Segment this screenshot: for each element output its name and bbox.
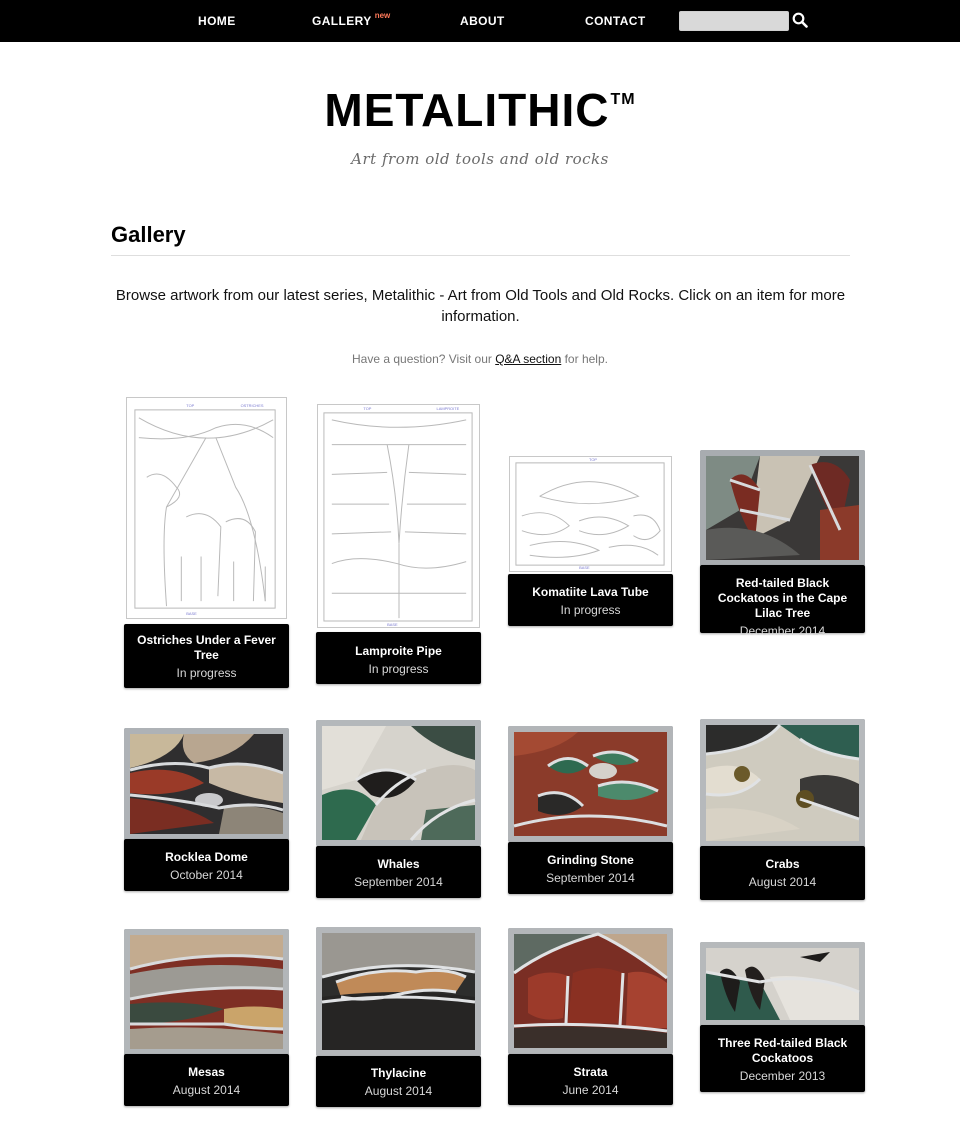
site-title-text: METALITHIC bbox=[324, 84, 610, 136]
artwork-title: Red-tailed Black Cockatoos in the Cape L… bbox=[717, 576, 848, 620]
artwork-photo bbox=[508, 726, 673, 842]
artwork-status: August 2014 bbox=[364, 1084, 433, 1098]
artwork-title: Thylacine bbox=[370, 1066, 427, 1080]
question-text: Have a question? Visit our Q&A section f… bbox=[0, 352, 960, 366]
svg-text:TOP: TOP bbox=[363, 406, 371, 411]
artwork-caption: Ostriches Under a Fever Tree In progress bbox=[124, 624, 289, 688]
artwork-status: August 2014 bbox=[748, 875, 817, 889]
question-suffix: for help. bbox=[561, 352, 608, 366]
artwork-title: Lamproite Pipe bbox=[355, 644, 442, 658]
nav-gallery-link[interactable]: GALLERY new bbox=[312, 11, 390, 28]
artwork-caption: Komatiite Lava Tube In progress bbox=[508, 574, 673, 626]
artwork-status: September 2014 bbox=[354, 875, 443, 889]
search-button[interactable] bbox=[791, 12, 809, 30]
artwork-photo bbox=[700, 450, 865, 566]
artwork-status: In progress bbox=[368, 662, 429, 676]
artwork-status: December 2013 bbox=[739, 1069, 826, 1083]
nav-home-link[interactable]: HOME bbox=[198, 14, 236, 28]
artwork-status: In progress bbox=[560, 603, 621, 617]
intro-text: Browse artwork from our latest series, M… bbox=[115, 287, 846, 325]
nav-gallery-label: GALLERY bbox=[312, 14, 372, 28]
site-title[interactable]: METALITHICTM bbox=[0, 84, 960, 148]
svg-text:BASE: BASE bbox=[186, 611, 197, 616]
artwork-sketch: TOP LAMPROITE BASE bbox=[317, 404, 480, 628]
artwork-title: Komatiite Lava Tube bbox=[532, 585, 649, 599]
artwork-caption: Mesas August 2014 bbox=[124, 1054, 289, 1106]
artwork-caption: Rocklea Dome October 2014 bbox=[124, 839, 289, 891]
artwork-caption: Crabs August 2014 bbox=[700, 846, 865, 900]
site-tagline: Art from old tools and old rocks bbox=[351, 150, 609, 168]
search-icon bbox=[792, 12, 808, 28]
svg-text:BASE: BASE bbox=[579, 565, 590, 570]
artwork-photo bbox=[316, 927, 481, 1056]
svg-text:TOP: TOP bbox=[589, 457, 597, 462]
heading-divider bbox=[111, 255, 850, 256]
artwork-title: Rocklea Dome bbox=[165, 850, 248, 864]
trademark-mark: TM bbox=[610, 91, 636, 108]
artwork-photo bbox=[700, 942, 865, 1026]
artwork-title: Strata bbox=[573, 1065, 608, 1079]
artwork-title: Grinding Stone bbox=[547, 853, 634, 867]
question-prefix: Have a question? Visit our bbox=[352, 352, 496, 366]
artwork-title: Three Red-tailed Black Cockatoos bbox=[717, 1036, 848, 1065]
artwork-status: In progress bbox=[176, 666, 237, 680]
qa-section-link[interactable]: Q&A section bbox=[495, 352, 561, 366]
artwork-status: October 2014 bbox=[170, 868, 243, 882]
nav-contact-link[interactable]: CONTACT bbox=[585, 14, 646, 28]
svg-text:TOP: TOP bbox=[186, 403, 194, 408]
artwork-photo bbox=[316, 720, 481, 846]
artwork-photo bbox=[124, 728, 289, 840]
artwork-caption: Strata June 2014 bbox=[508, 1054, 673, 1105]
artwork-caption: Grinding Stone September 2014 bbox=[508, 842, 673, 894]
page-title: Gallery bbox=[111, 222, 186, 247]
svg-text:LAMPROITE: LAMPROITE bbox=[437, 406, 460, 411]
artwork-status: August 2014 bbox=[172, 1083, 241, 1097]
artwork-caption: Thylacine August 2014 bbox=[316, 1056, 481, 1107]
artwork-sketch: TOP OSTRICHES BASE bbox=[126, 397, 287, 619]
artwork-title: Mesas bbox=[188, 1065, 225, 1079]
artwork-title: Whales bbox=[377, 857, 420, 871]
artwork-caption: Three Red-tailed Black Cockatoos Decembe… bbox=[700, 1025, 865, 1092]
artwork-status: June 2014 bbox=[562, 1083, 619, 1097]
artwork-caption: Red-tailed Black Cockatoos in the Cape L… bbox=[700, 565, 865, 638]
artwork-photo bbox=[508, 928, 673, 1054]
artwork-photo bbox=[124, 929, 289, 1055]
new-badge: new bbox=[374, 11, 391, 20]
artwork-title: Ostriches Under a Fever Tree bbox=[137, 633, 276, 662]
nav-about-link[interactable]: ABOUT bbox=[460, 14, 505, 28]
artwork-photo bbox=[700, 719, 865, 847]
artwork-status: September 2014 bbox=[546, 871, 635, 885]
artwork-caption: Whales September 2014 bbox=[316, 846, 481, 898]
artwork-title: Crabs bbox=[765, 857, 800, 871]
top-navigation: HOME GALLERY new ABOUT CONTACT bbox=[0, 0, 960, 42]
artwork-sketch: TOP BASE bbox=[509, 456, 672, 572]
artwork-status: December 2014 bbox=[739, 624, 826, 638]
svg-text:BASE: BASE bbox=[387, 622, 398, 627]
svg-text:OSTRICHES: OSTRICHES bbox=[241, 403, 264, 408]
search-input[interactable] bbox=[679, 11, 789, 31]
artwork-caption: Lamproite Pipe In progress bbox=[316, 632, 481, 684]
